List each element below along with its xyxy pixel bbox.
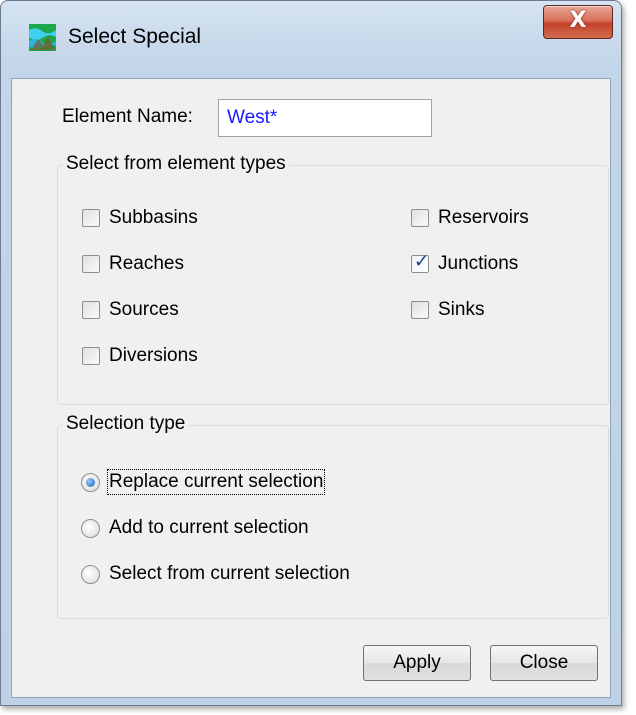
checkbox-label: Junctions xyxy=(438,253,519,274)
checkbox-icon[interactable] xyxy=(82,209,100,227)
radio-icon[interactable] xyxy=(81,519,100,538)
checkbox-icon[interactable] xyxy=(411,301,429,319)
checkbox-label: Diversions xyxy=(109,345,198,366)
radio-label: Add to current selection xyxy=(109,517,309,538)
checkbox-icon[interactable] xyxy=(82,301,100,319)
checkbox-label: Reaches xyxy=(109,253,184,274)
element-types-group xyxy=(57,165,609,405)
checkmark-icon: ✓ xyxy=(414,251,430,272)
checkbox-icon[interactable] xyxy=(82,255,100,273)
checkbox-icon[interactable]: ✓ xyxy=(411,251,429,273)
checkbox-label: Subbasins xyxy=(109,207,198,228)
selection-type-group-title: Selection type xyxy=(63,413,189,435)
radio-label: Select from current selection xyxy=(109,563,350,584)
element-types-group-title: Select from element types xyxy=(63,153,289,175)
element-name-label: Element Name: xyxy=(62,106,193,127)
window-title: Select Special xyxy=(68,25,202,48)
window-close-button[interactable]: X xyxy=(543,5,613,39)
checkbox-icon[interactable] xyxy=(82,347,100,365)
checkbox-label: Sinks xyxy=(438,299,485,320)
dialog-content: Element Name: West* Select from element … xyxy=(11,78,611,698)
checkbox-label: Sources xyxy=(109,299,179,320)
close-button[interactable]: Close xyxy=(490,645,598,681)
radio-icon[interactable] xyxy=(81,565,100,584)
radio-icon[interactable] xyxy=(81,473,100,492)
hec-hms-icon xyxy=(29,24,56,51)
close-icon: X xyxy=(569,8,587,33)
checkbox-icon[interactable] xyxy=(411,209,429,227)
radio-label: Replace current selection xyxy=(106,469,326,495)
title-bar[interactable]: Select Special X xyxy=(1,1,621,77)
checkbox-label: Reservoirs xyxy=(438,207,529,228)
select-special-dialog: Select Special X Element Name: West* Sel… xyxy=(0,0,622,706)
apply-button[interactable]: Apply xyxy=(363,645,471,681)
element-name-input[interactable]: West* xyxy=(218,99,432,137)
